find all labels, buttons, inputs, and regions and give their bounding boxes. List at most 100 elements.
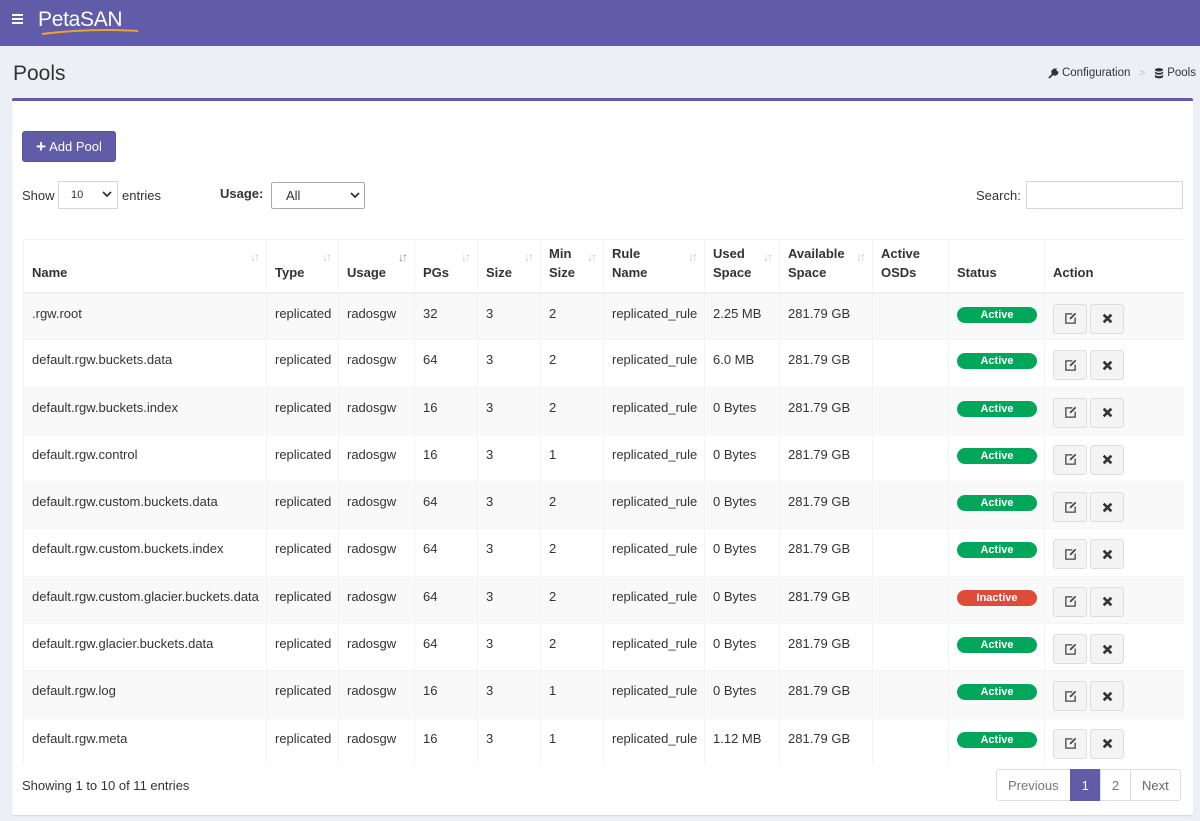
edit-icon: [1064, 454, 1076, 466]
status-badge: Active: [957, 447, 1037, 464]
delete-button[interactable]: [1090, 634, 1124, 665]
delete-button[interactable]: [1090, 350, 1124, 381]
column-header-line2: Name: [32, 264, 68, 280]
cell-type: replicated: [266, 291, 339, 340]
column-header-type[interactable]: Type ↓↑: [266, 239, 339, 294]
breadcrumb-pools: Pools: [1154, 67, 1196, 79]
delete-button[interactable]: [1090, 397, 1124, 428]
cell-status: Active: [948, 386, 1045, 435]
delete-icon: [1102, 738, 1112, 749]
delete-icon: [1102, 644, 1112, 654]
edit-icon: [1064, 643, 1076, 655]
cell-min-size: 2: [540, 528, 604, 577]
pagination-1[interactable]: 1: [1069, 769, 1101, 801]
cell-available: 281.79 GB: [779, 623, 873, 671]
column-header-size[interactable]: Size ↓↑: [477, 239, 541, 294]
content-header: Pools Configuration > Pools: [0, 46, 1200, 102]
cell-osds: [872, 291, 949, 340]
pools-box: + Add Pool Show 10 entries Usage: All Se…: [12, 98, 1193, 815]
cell-action: [1044, 623, 1184, 671]
cell-action: [1044, 339, 1184, 388]
table-row: default.rgw.glacier.buckets.data replicat…: [23, 623, 1184, 671]
edit-button[interactable]: [1053, 492, 1087, 523]
cell-used: 0 Bytes: [704, 481, 780, 529]
delete-button[interactable]: [1090, 303, 1124, 334]
cell-type: replicated: [266, 481, 339, 529]
edit-button[interactable]: [1053, 728, 1087, 759]
sort-asc-icon: ↓↑: [398, 250, 408, 264]
cell-action: [1044, 291, 1184, 340]
cell-action: [1044, 528, 1184, 577]
delete-button[interactable]: [1090, 586, 1124, 617]
delete-button[interactable]: [1090, 728, 1124, 759]
status-badge: Active: [957, 495, 1037, 512]
column-header-space[interactable]: Used Space ↓↑: [704, 239, 780, 294]
edit-button[interactable]: [1053, 397, 1087, 428]
cell-usage: radosgw: [338, 291, 415, 340]
edit-button[interactable]: [1053, 444, 1087, 475]
pagination-next[interactable]: Next: [1130, 769, 1181, 801]
cell-osds: [872, 339, 949, 388]
breadcrumb-configuration-label: Configuration: [1061, 67, 1131, 79]
cell-min-size: 1: [540, 717, 604, 766]
cell-name: default.rgw.custom.glacier.buckets.data: [23, 575, 267, 624]
delete-button[interactable]: [1090, 444, 1124, 475]
column-header-size[interactable]: Min Size ↓↑: [540, 239, 604, 294]
cell-size: 3: [477, 433, 541, 482]
column-header-space[interactable]: Available Space ↓↑: [779, 239, 873, 294]
table-header-row: Name ↓↑ Type ↓↑ Usage ↓↑ PGs ↓↑ Size ↓↑ Min Size ↓↑ R…: [23, 239, 1184, 294]
column-header-line2: Size: [549, 264, 576, 280]
cell-type: replicated: [266, 670, 339, 719]
cell-action: [1044, 575, 1184, 624]
cell-type: replicated: [266, 433, 339, 482]
pagination-2[interactable]: 2: [1099, 769, 1132, 801]
add-pool-button[interactable]: + Add Pool: [22, 131, 116, 162]
delete-button[interactable]: [1090, 492, 1124, 523]
delete-icon: [1102, 313, 1112, 324]
edit-button[interactable]: [1053, 586, 1087, 617]
table-row: default.rgw.custom.buckets.data replicate…: [23, 481, 1184, 529]
edit-button[interactable]: [1053, 303, 1087, 334]
sort-icon: ↓↑: [587, 250, 597, 264]
cell-osds: [872, 670, 949, 719]
cell-used: 0 Bytes: [704, 433, 780, 482]
column-header-line2: Status: [957, 264, 997, 280]
table-row: default.rgw.buckets.data replicated radosg…: [23, 339, 1184, 388]
edit-icon: [1064, 548, 1076, 560]
table-row: .rgw.root replicated radosgw 32 3 2 replicated…: [23, 291, 1184, 340]
cell-action: [1044, 386, 1184, 435]
edit-button[interactable]: [1053, 681, 1087, 712]
entries-length-value: 10: [71, 189, 84, 201]
column-header-name[interactable]: Name ↓↑: [23, 239, 267, 294]
sort-icon: ↓↑: [763, 250, 773, 264]
sort-icon: ↓↑: [856, 250, 866, 264]
usage-filter-value: All: [286, 188, 301, 203]
edit-button[interactable]: [1053, 634, 1087, 665]
search-label: Search:: [976, 188, 1021, 203]
cell-status: Active: [948, 481, 1045, 529]
sort-icon: ↓↑: [322, 250, 332, 264]
cell-usage: radosgw: [338, 575, 415, 624]
edit-icon: [1064, 737, 1076, 749]
search-input[interactable]: [1026, 181, 1183, 209]
delete-button[interactable]: [1090, 681, 1124, 712]
cell-usage: radosgw: [338, 386, 415, 435]
cell-name: .rgw.root: [23, 291, 267, 340]
breadcrumb-configuration[interactable]: Configuration: [1048, 67, 1130, 79]
edit-button[interactable]: [1053, 539, 1087, 570]
entries-length-select[interactable]: 10: [58, 181, 118, 209]
top-navbar: PetaSAN: [0, 0, 1200, 46]
pagination-previous[interactable]: Previous: [996, 769, 1071, 801]
edit-button[interactable]: [1053, 350, 1087, 381]
column-header-usage[interactable]: Usage ↓↑: [338, 239, 415, 294]
delete-button[interactable]: [1090, 539, 1124, 570]
menu-toggle-icon[interactable]: [12, 14, 24, 26]
column-header-pgs[interactable]: PGs ↓↑: [414, 239, 478, 294]
usage-filter-select[interactable]: All: [271, 182, 365, 209]
cell-available: 281.79 GB: [779, 481, 873, 529]
column-header-line2: Usage: [347, 264, 387, 280]
column-header-name[interactable]: Rule Name ↓↑: [603, 239, 705, 294]
status-badge: Active: [957, 306, 1037, 323]
cell-status: Active: [948, 291, 1045, 340]
cell-pgs: 16: [414, 386, 478, 435]
